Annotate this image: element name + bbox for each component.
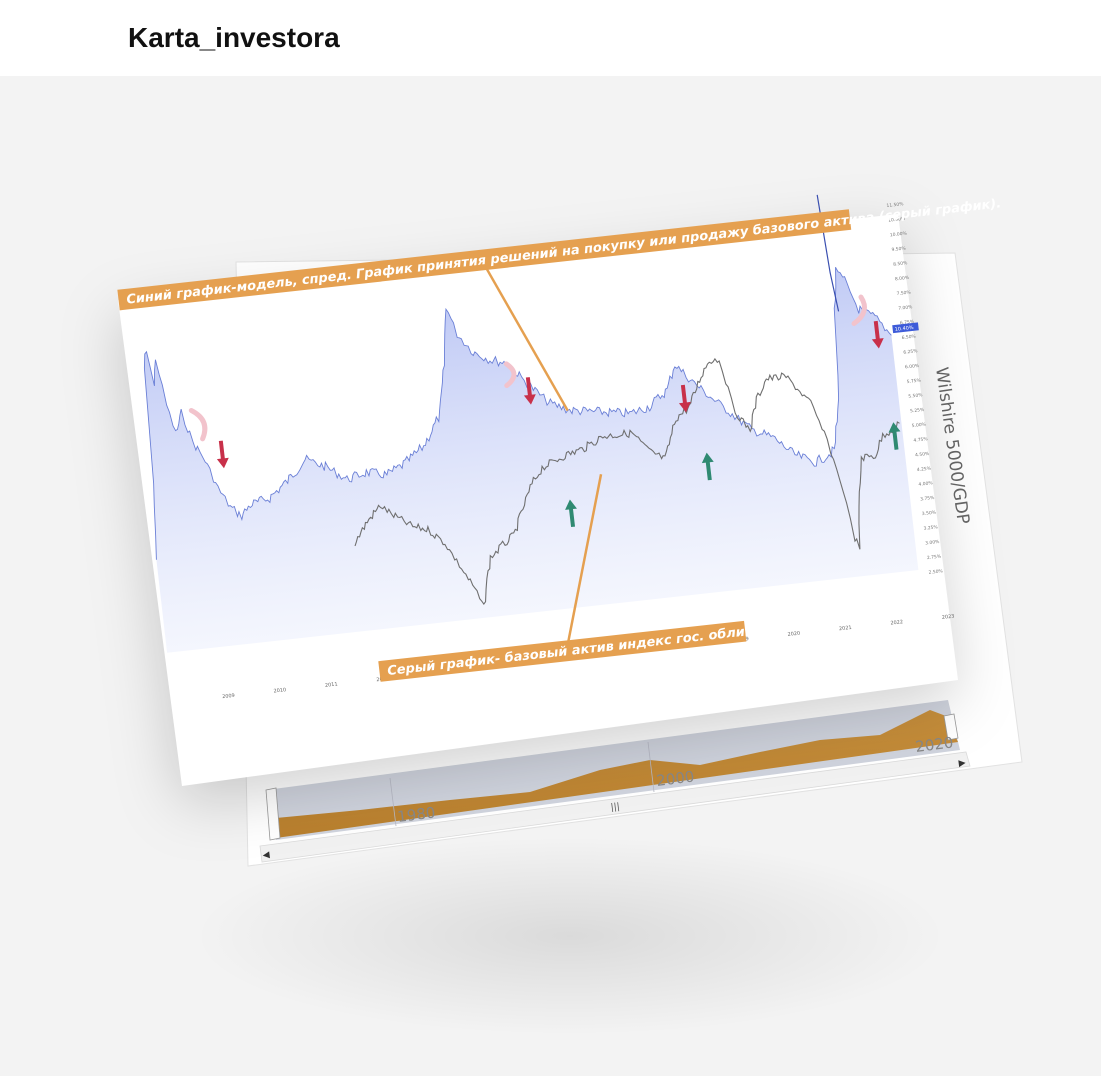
scroll-right-arrow-icon[interactable]: ▶ bbox=[958, 758, 966, 769]
scroll-left-arrow-icon[interactable]: ◀ bbox=[262, 850, 270, 861]
page-title: Karta_investora bbox=[128, 22, 340, 53]
image-canvas: 1980 2000 2020 ||| ◀ ▶ Wilshire 5000/GDP… bbox=[0, 76, 1101, 1076]
collage-svg: 1980 2000 2020 ||| ◀ ▶ Wilshire 5000/GDP… bbox=[117, 194, 1023, 867]
page-header: Karta_investora bbox=[0, 0, 1101, 76]
scrollbar-grip-icon[interactable]: ||| bbox=[610, 802, 620, 813]
